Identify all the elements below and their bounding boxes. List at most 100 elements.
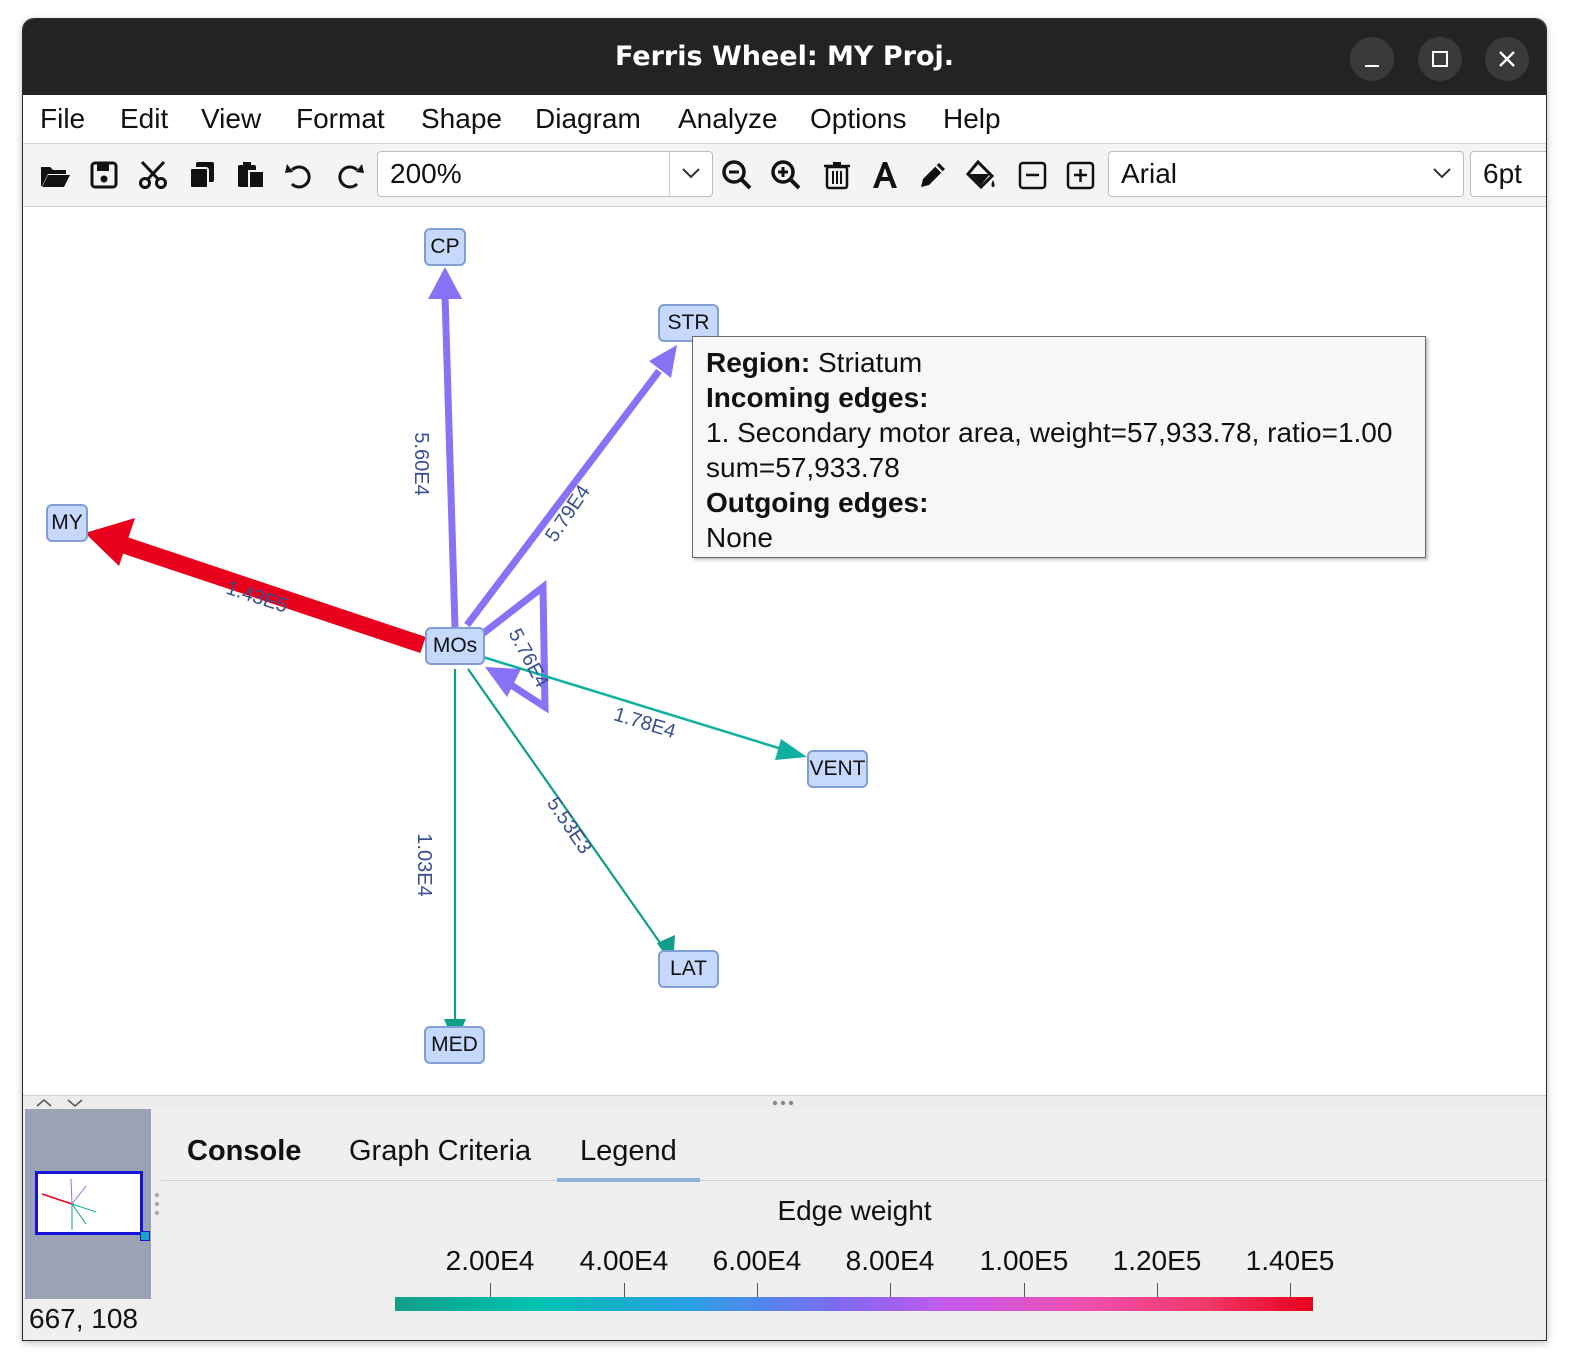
edge-label-mos-cp: 5.60E4 xyxy=(410,432,432,495)
redo-button[interactable] xyxy=(332,158,366,192)
node-tooltip: Region: Striatum Incoming edges: 1. Seco… xyxy=(692,336,1426,558)
legend-tick-label: 1.00E5 xyxy=(979,1245,1069,1276)
edge-mos-str[interactable] xyxy=(464,345,677,628)
tooltip-incoming-label: Incoming edges: xyxy=(706,382,929,413)
legend-tick-label: 2.00E4 xyxy=(445,1245,535,1276)
node-cp[interactable]: CP xyxy=(424,228,466,266)
zoom-in-icon xyxy=(771,160,801,190)
menu-diagram[interactable]: Diagram xyxy=(535,103,641,135)
copy-button[interactable] xyxy=(185,158,219,192)
minimize-button[interactable] xyxy=(1350,37,1394,81)
edge-mos-med[interactable] xyxy=(444,669,466,1045)
tab-console[interactable]: Console xyxy=(187,1135,301,1168)
undo-icon xyxy=(285,164,311,189)
title-bar[interactable]: Ferris Wheel: MY Proj. xyxy=(23,19,1546,95)
font-size-value: 6pt xyxy=(1483,158,1522,189)
zoom-out-button[interactable] xyxy=(720,158,754,192)
font-dropdown-arrow[interactable] xyxy=(1421,152,1463,196)
edge-mos-my[interactable] xyxy=(85,518,426,654)
legend-tick-label: 8.00E4 xyxy=(845,1245,935,1276)
close-icon xyxy=(1499,51,1515,67)
menu-shape[interactable]: Shape xyxy=(421,103,502,135)
menu-bar: File Edit View Format Shape Diagram Anal… xyxy=(23,95,1546,144)
node-vent[interactable]: VENT xyxy=(807,750,868,788)
menu-help[interactable]: Help xyxy=(943,103,1001,135)
fill-button[interactable] xyxy=(964,158,998,192)
copy-icon xyxy=(189,162,214,189)
zoom-combo[interactable]: 200% xyxy=(377,151,713,197)
toolbar: 200% Arial 6pt xyxy=(23,144,1546,207)
zoom-in-button[interactable] xyxy=(769,158,803,192)
close-button[interactable] xyxy=(1485,37,1529,81)
redo-icon xyxy=(338,164,364,189)
save-button[interactable] xyxy=(87,158,121,192)
edge-label-mos-lat: 5.53E3 xyxy=(542,793,596,858)
menu-view[interactable]: View xyxy=(201,103,261,135)
legend-tick-mark xyxy=(890,1283,891,1297)
menu-file[interactable]: File xyxy=(40,103,85,135)
menu-analyze[interactable]: Analyze xyxy=(678,103,778,135)
cut-button[interactable] xyxy=(136,158,170,192)
tab-graph-criteria[interactable]: Graph Criteria xyxy=(349,1135,531,1168)
minimize-icon xyxy=(1365,65,1379,67)
expand-icon xyxy=(1066,161,1095,190)
delete-button[interactable] xyxy=(820,158,854,192)
delete-icon xyxy=(824,162,850,190)
menu-edit[interactable]: Edit xyxy=(120,103,168,135)
save-icon xyxy=(90,161,118,189)
text-icon xyxy=(873,162,897,188)
node-lat[interactable]: LAT xyxy=(658,950,719,988)
undo-button[interactable] xyxy=(283,158,317,192)
legend-tick-label: 4.00E4 xyxy=(579,1245,669,1276)
drag-handle-icon[interactable] xyxy=(770,1098,800,1108)
legend-tick-mark xyxy=(1024,1283,1025,1297)
font-value: Arial xyxy=(1121,158,1178,189)
tooltip-region-line: Region: Striatum xyxy=(706,345,1412,380)
node-my[interactable]: MY xyxy=(46,504,88,542)
bottom-panel: 667, 108 Console Graph Criteria Legend E… xyxy=(23,1109,1546,1340)
tooltip-outgoing-value: None xyxy=(706,522,773,553)
tabs-divider xyxy=(161,1180,1546,1181)
overview-resize-handle[interactable] xyxy=(140,1231,150,1241)
window-title: Ferris Wheel: MY Proj. xyxy=(614,41,955,72)
legend-title: Edge weight xyxy=(777,1195,932,1226)
font-size-combo[interactable]: 6pt xyxy=(1470,151,1546,197)
tooltip-sum-line: sum=57,933.78 xyxy=(706,452,900,483)
legend-tick-label: 6.00E4 xyxy=(712,1245,802,1276)
open-button[interactable] xyxy=(38,158,72,192)
maximize-button[interactable] xyxy=(1418,37,1462,81)
edge-label-mos-vent: 1.78E4 xyxy=(611,703,678,743)
zoom-out-icon xyxy=(722,160,752,190)
panel-splitter[interactable] xyxy=(23,1095,1546,1110)
legend-tick-mark xyxy=(1290,1283,1291,1297)
cut-icon xyxy=(139,160,167,189)
active-tab-indicator xyxy=(557,1178,700,1182)
expand-button[interactable] xyxy=(1064,158,1098,192)
chevron-down-icon xyxy=(682,168,700,179)
tooltip-incoming-line: 1. Secondary motor area, weight=57,933.7… xyxy=(706,417,1393,448)
maximize-icon xyxy=(1432,51,1448,67)
folder-open-icon xyxy=(41,167,70,187)
edge-mos-cp[interactable] xyxy=(428,267,462,628)
zoom-dropdown-arrow[interactable] xyxy=(669,152,712,196)
chevron-down-icon xyxy=(1433,168,1451,179)
paste-button[interactable] xyxy=(234,158,268,192)
node-mos[interactable]: MOs xyxy=(425,627,485,665)
pencil-icon xyxy=(921,163,945,187)
diagram-canvas[interactable]: 1.43E5 5.60E4 5.79E4 5.76E4 1.78E4 5.53E… xyxy=(23,207,1546,1095)
legend-tick-mark xyxy=(624,1283,625,1297)
edge-label-mos-med: 1.03E4 xyxy=(413,833,435,896)
font-combo[interactable]: Arial xyxy=(1108,151,1464,197)
app-window: Ferris Wheel: MY Proj. File Edit View Fo… xyxy=(22,18,1547,1341)
collapse-panel-icons[interactable] xyxy=(33,1096,93,1110)
tab-legend[interactable]: Legend xyxy=(580,1135,677,1168)
collapse-button[interactable] xyxy=(1016,158,1050,192)
node-med[interactable]: MED xyxy=(424,1026,485,1064)
pencil-button[interactable] xyxy=(916,158,950,192)
tooltip-outgoing-label: Outgoing edges: xyxy=(706,487,929,518)
menu-options[interactable]: Options xyxy=(810,103,907,135)
text-button[interactable] xyxy=(868,158,902,192)
menu-format[interactable]: Format xyxy=(296,103,385,135)
tooltip-region-label: Region: xyxy=(706,347,811,378)
zoom-value: 200% xyxy=(390,158,462,189)
